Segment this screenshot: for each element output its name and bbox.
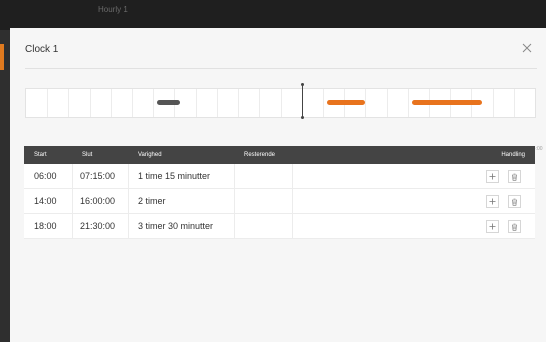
background-window-title: Hourly 1 [98,5,128,14]
timeline-bar[interactable] [412,100,482,105]
column-divider [234,214,235,238]
plus-icon [489,173,496,180]
header-end: Slut [82,152,93,158]
timeline-hour-line [514,89,515,117]
header-remaining: Resterende [244,152,276,158]
cell-start: 14:00 [34,196,57,206]
cell-end: 21:30:00 [80,221,116,231]
add-button[interactable] [486,220,499,233]
timeline-hour-line [493,89,494,117]
header-divider [25,68,537,69]
timeline-hour-line [365,89,366,117]
column-divider [72,164,73,188]
delete-button[interactable] [508,170,521,183]
table-row: 06:00 07:15:00 1 time 15 minutter [24,164,535,189]
delete-button[interactable] [508,220,521,233]
timeline-hour-line [196,89,197,117]
cell-duration: 3 timer 30 minutter [138,221,214,231]
cell-duration: 2 timer [138,196,166,206]
column-divider [128,189,129,213]
cell-end: 07:15:00 [80,171,116,181]
timeline-hour-line [90,89,91,117]
column-divider [128,164,129,188]
column-divider [72,214,73,238]
timeline-hour-line [238,89,239,117]
app-top-bar: Hourly 1 [0,0,546,30]
add-button[interactable] [486,170,499,183]
trash-icon [512,223,517,231]
add-button[interactable] [486,195,499,208]
trash-icon [512,173,517,181]
cell-end: 16:00:00 [80,196,116,206]
table-row: 14:00 16:00:00 2 timer [24,189,535,214]
dialog-header: Clock 1 [10,28,546,68]
trash-icon [512,198,517,206]
column-divider [292,189,293,213]
header-duration: Varighed [138,152,162,158]
plus-icon [489,198,496,205]
timeline-hour-line [47,89,48,117]
delete-button[interactable] [508,195,521,208]
timeline-hour-line [281,89,282,117]
timeline-hour-line [153,89,154,117]
timeline-hour-line [68,89,69,117]
timeline-cursor[interactable] [301,83,304,119]
clock-dialog: Clock 1 00:0006:0012:0018:0024:00 Start … [10,28,546,342]
column-divider [292,214,293,238]
plus-icon [489,223,496,230]
timeline-bar[interactable] [327,100,365,105]
day-timeline[interactable] [25,83,536,119]
column-divider [128,214,129,238]
close-icon[interactable] [520,41,534,55]
table-header: Start Slut Varighed Resterende Handling [24,146,535,164]
timeline-hour-line [323,89,324,117]
column-divider [292,164,293,188]
column-divider [72,189,73,213]
dialog-title: Clock 1 [25,44,59,55]
timeline-hour-line [259,89,260,117]
timeline-bar[interactable] [157,100,180,105]
column-divider [234,189,235,213]
timeline-hour-line [111,89,112,117]
timeline-hour-line [217,89,218,117]
timeline-hour-line [408,89,409,117]
column-divider [234,164,235,188]
header-start: Start [34,152,47,158]
table-row: 18:00 21:30:00 3 timer 30 minutter [24,214,535,239]
schedule-table: Start Slut Varighed Resterende Handling … [24,146,535,239]
cell-start: 18:00 [34,221,57,231]
header-actions: Handling [501,152,525,158]
cell-duration: 1 time 15 minutter [138,171,211,181]
left-accent-marker [0,44,4,70]
cell-start: 06:00 [34,171,57,181]
timeline-hour-line [387,89,388,117]
timeline-hour-line [132,89,133,117]
